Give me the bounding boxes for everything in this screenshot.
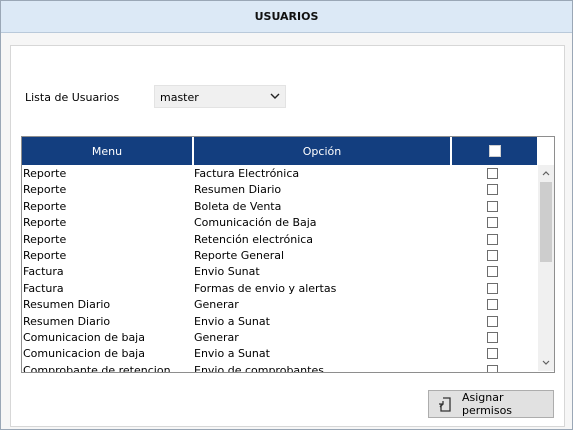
menu-cell: Comunicacion de baja bbox=[23, 347, 145, 361]
table-row[interactable]: Reporte Reporte General bbox=[22, 248, 537, 264]
permissions-grid: Menu Opción Reporte Factura Electrónica Re… bbox=[21, 136, 555, 373]
option-cell: Envio a Sunat bbox=[194, 314, 270, 328]
assign-permissions-icon bbox=[438, 396, 454, 416]
menu-cell: Factura bbox=[23, 281, 64, 295]
menu-cell: Resumen Diario bbox=[23, 298, 111, 312]
permission-checkbox[interactable] bbox=[487, 249, 498, 261]
table-row[interactable]: Factura Envio Sunat bbox=[22, 264, 537, 280]
table-row[interactable]: Comunicacion de baja Generar bbox=[22, 330, 537, 346]
menu-cell: Factura bbox=[23, 265, 64, 279]
select-all-checkbox[interactable] bbox=[488, 145, 501, 157]
menu-cell: Reporte bbox=[23, 199, 67, 213]
permission-checkbox[interactable] bbox=[487, 364, 498, 372]
permission-checkbox[interactable] bbox=[487, 168, 498, 179]
scrollbar-thumb[interactable] bbox=[540, 182, 552, 262]
menu-cell: Comprobante de retencion bbox=[23, 363, 171, 373]
permission-checkbox[interactable] bbox=[487, 217, 498, 229]
table-row[interactable]: Reporte Retención electrónica bbox=[22, 232, 537, 248]
option-cell: Factura Electrónica bbox=[194, 167, 300, 180]
table-row[interactable]: Reporte Resumen Diario bbox=[22, 182, 537, 198]
column-header-menu[interactable]: Menu bbox=[22, 137, 192, 165]
grid-header: Menu Opción bbox=[22, 137, 537, 165]
menu-cell: Reporte bbox=[23, 248, 67, 262]
assign-permissions-button[interactable]: Asignar permisos bbox=[428, 390, 554, 418]
option-cell: Reporte General bbox=[194, 248, 285, 262]
permission-checkbox[interactable] bbox=[487, 331, 498, 343]
permission-checkbox[interactable] bbox=[487, 266, 498, 278]
option-cell: Comunicación de Baja bbox=[194, 216, 317, 230]
table-row[interactable]: Factura Formas de envio y alertas bbox=[22, 281, 537, 297]
table-row[interactable]: Comprobante de retencion Envio de comprob… bbox=[22, 363, 537, 373]
window-title: USUARIOS bbox=[1, 1, 572, 33]
table-row[interactable]: Comunicacion de baja Envio a Sunat bbox=[22, 346, 537, 362]
table-row[interactable]: Resumen Diario Generar bbox=[22, 297, 537, 313]
user-select[interactable]: master bbox=[154, 85, 286, 108]
permission-checkbox[interactable] bbox=[487, 315, 498, 327]
grid-rows: Reporte Factura Electrónica Reporte Resumen… bbox=[22, 166, 537, 373]
table-row[interactable]: Reporte Factura Electrónica bbox=[22, 166, 537, 182]
option-cell: Generar bbox=[194, 298, 239, 312]
scroll-down-icon[interactable] bbox=[538, 355, 554, 371]
menu-cell: Reporte bbox=[23, 183, 67, 197]
menu-cell: Reporte bbox=[23, 167, 67, 180]
option-cell: Retención electrónica bbox=[194, 232, 314, 246]
menu-cell: Resumen Diario bbox=[23, 314, 111, 328]
assign-permissions-label: Asignar permisos bbox=[462, 391, 513, 417]
user-select-value: master bbox=[160, 91, 199, 104]
option-cell: Boleta de Venta bbox=[194, 199, 282, 213]
option-cell: Formas de envio y alertas bbox=[194, 281, 337, 295]
table-row[interactable]: Resumen Diario Envio a Sunat bbox=[22, 314, 537, 330]
scroll-up-icon[interactable] bbox=[538, 165, 554, 181]
table-row[interactable]: Reporte Boleta de Venta bbox=[22, 199, 537, 215]
table-row[interactable]: Reporte Comunicación de Baja bbox=[22, 215, 537, 231]
menu-cell: Reporte bbox=[23, 216, 67, 230]
permission-checkbox[interactable] bbox=[487, 348, 498, 360]
permission-checkbox[interactable] bbox=[487, 299, 498, 311]
user-list-label: Lista de Usuarios bbox=[25, 91, 120, 104]
vertical-scrollbar[interactable] bbox=[538, 165, 554, 371]
permission-checkbox[interactable] bbox=[487, 200, 498, 212]
menu-cell: Comunicacion de baja bbox=[23, 330, 145, 344]
option-cell: Generar bbox=[194, 330, 239, 344]
permission-checkbox[interactable] bbox=[487, 282, 498, 294]
permission-checkbox[interactable] bbox=[487, 233, 498, 245]
menu-cell: Reporte bbox=[23, 232, 67, 246]
option-cell: Resumen Diario bbox=[194, 183, 282, 197]
permission-checkbox[interactable] bbox=[487, 184, 498, 196]
option-cell: Envio de comprobantes bbox=[194, 363, 324, 373]
option-cell: Envio a Sunat bbox=[194, 347, 270, 361]
column-header-select-all bbox=[452, 137, 537, 165]
option-cell: Envio Sunat bbox=[194, 265, 260, 279]
column-header-opcion[interactable]: Opción bbox=[194, 137, 450, 165]
chevron-down-icon bbox=[270, 91, 280, 104]
